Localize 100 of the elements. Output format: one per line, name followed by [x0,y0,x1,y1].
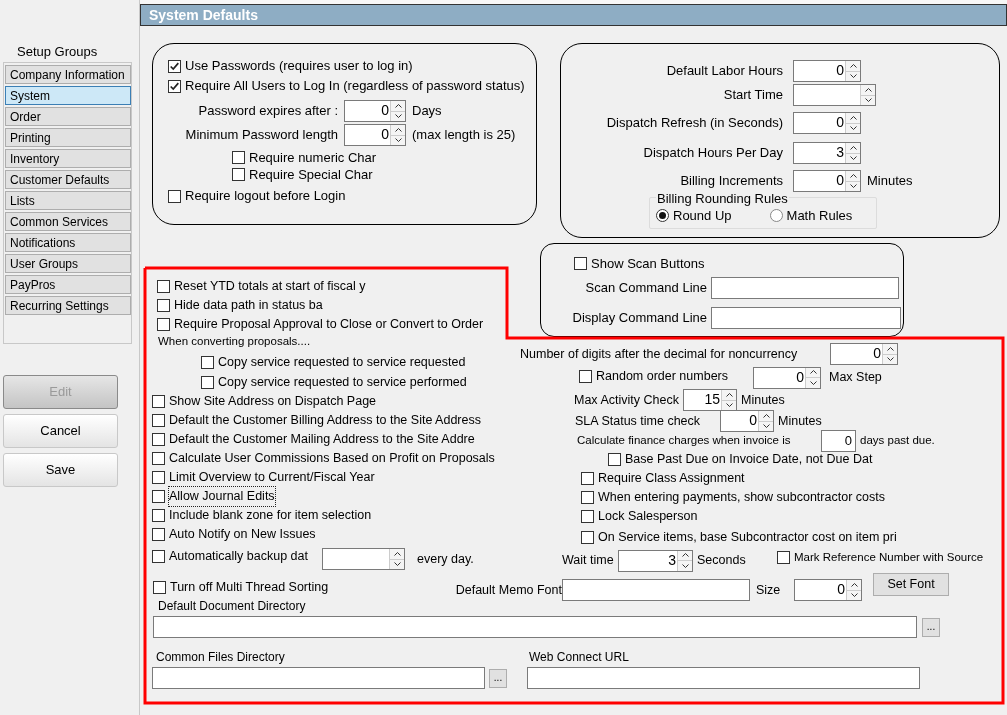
checkbox-option[interactable]: Require Special Char [232,166,374,183]
field-label: Web Connect URL [529,649,630,666]
spin-up-button[interactable] [722,390,736,401]
spin-up-button[interactable] [806,367,820,378]
checkbox-option[interactable]: On Service items, base Subcontractor cost on item pri [581,526,898,548]
spin-down-button[interactable] [678,561,692,571]
spin-down-button[interactable] [861,95,875,105]
spin-up-button[interactable] [759,411,773,422]
group-item[interactable]: Company Information [5,64,131,84]
spin-box[interactable]: 15 [683,389,737,411]
action-button[interactable]: Save [3,452,118,487]
spin-down-button[interactable] [847,590,861,600]
text-field[interactable] [711,277,899,299]
group-item[interactable]: Inventory [5,148,131,168]
text-field[interactable] [153,616,917,638]
checkbox-option[interactable]: Limit Overview to Current/Fiscal Year [152,468,376,487]
spin-box[interactable]: 0 [753,366,821,389]
browse-button[interactable]: ... [922,617,940,637]
spin-box[interactable] [322,548,405,570]
spin-up-button[interactable] [847,580,861,591]
checkbox-option[interactable]: Require Class Assignment [581,469,746,488]
checkbox-option[interactable]: Hide data path in status ba [157,296,324,315]
spin-up-button[interactable] [846,143,860,154]
spin-box[interactable]: 0 [830,343,898,365]
spin-up-button[interactable] [390,549,404,560]
spin-down-button[interactable] [806,378,820,388]
chevron-down-icon [850,593,858,598]
checkbox-option[interactable]: Reset YTD totals at start of fiscal y [157,277,367,296]
spin-box[interactable]: 0 [794,579,862,601]
checkbox-option[interactable]: When entering payments, show subcontractor costs [581,488,886,507]
spin-up-button[interactable] [678,550,692,561]
browse-button[interactable]: ... [489,668,507,688]
checkbox-option[interactable]: Require All Users to Log In (regardless of password status) [168,76,526,96]
text-field[interactable] [711,307,901,329]
checkbox-option[interactable]: Include blank zone for item selection [152,506,373,525]
checkbox-option[interactable]: Show Site Address on Dispatch Page [152,392,378,411]
spin-up-button[interactable] [861,85,875,96]
spin-down-button[interactable] [846,181,860,191]
field-label: Days [412,102,442,121]
number-field[interactable]: 0 [821,429,856,452]
spin-up-button[interactable] [883,344,897,355]
group-item[interactable]: Lists [5,190,131,210]
spin-down-button[interactable] [846,71,860,81]
checkbox-option[interactable]: Copy service requested to service requested [201,352,467,372]
text-field[interactable] [527,667,920,689]
checkbox-option[interactable]: Auto Notify on New Issues [152,525,317,544]
group-item[interactable]: Customer Defaults [5,169,131,189]
group-item[interactable]: User Groups [5,253,131,273]
text-field[interactable] [562,579,750,601]
checkbox-option[interactable]: Default the Customer Mailing Address to the Site Addre [152,430,476,449]
field-label: Max Step [829,369,882,387]
group-item[interactable]: System [5,85,131,105]
checkbox-option[interactable]: Show Scan Buttons [574,254,706,273]
checkbox-option[interactable]: Use Passwords (requires user to log in) [168,56,414,76]
spin-box[interactable]: 0 [793,112,861,134]
checkbox-option[interactable]: Default the Customer Billing Address to the Site Address [152,411,482,430]
checkbox-option[interactable]: Require logout before Login [168,186,347,206]
spin-up-button[interactable] [846,113,860,124]
spin-down-button[interactable] [846,153,860,163]
spin-box[interactable] [793,84,876,106]
spin-box[interactable]: 0 [344,100,406,122]
action-button[interactable]: Cancel [3,413,118,448]
spin-box[interactable]: 0 [793,60,861,82]
checkbox-option[interactable]: Automatically backup dat [152,546,322,567]
group-item[interactable]: Printing [5,127,131,147]
checkbox-option[interactable]: Lock Salesperson [581,507,699,526]
spin-box[interactable]: 0 [793,170,861,192]
spin-up-button[interactable] [846,171,860,182]
note-text: When converting proposals.... [158,334,312,348]
checkbox-option[interactable]: Random order numbers [579,366,753,387]
checkbox-option[interactable]: Copy service requested to service performed [201,372,468,392]
chevron-up-icon [864,87,872,92]
checkbox-option[interactable]: Require numeric Char [232,149,378,166]
spin-box[interactable]: 3 [618,549,693,572]
chevron-down-icon [394,114,402,119]
spin-down-button[interactable] [390,559,404,569]
checkbox-option[interactable]: Calculate User Commissions Based on Profit on Proposals [152,449,496,468]
set-font-button[interactable]: Set Font [873,573,949,596]
checkbox-option[interactable]: Base Past Due on Invoice Date, not Due Dat [608,450,874,469]
spin-up-button[interactable] [391,101,405,112]
group-item[interactable]: Common Services [5,211,131,231]
spin-box[interactable]: 0 [720,410,774,432]
spin-box[interactable]: 3 [793,142,861,164]
spin-box[interactable]: 0 [344,124,406,146]
group-item[interactable]: Order [5,106,131,126]
spin-down-button[interactable] [846,123,860,133]
spin-up-button[interactable] [391,125,405,136]
spin-down-button[interactable] [883,354,897,364]
spin-down-button[interactable] [722,400,736,410]
group-item[interactable]: PayPros [5,274,131,294]
spin-down-button[interactable] [391,111,405,121]
spin-down-button[interactable] [759,421,773,431]
spin-down-button[interactable] [391,135,405,145]
checkbox-option[interactable]: Mark Reference Number with Source [777,548,985,568]
spin-up-button[interactable] [846,61,860,72]
checkbox-option[interactable]: Turn off Multi Thread Sorting [153,578,452,597]
group-item[interactable]: Recurring Settings [5,295,131,315]
group-item[interactable]: Notifications [5,232,131,252]
checkbox-option[interactable]: Require Proposal Approval to Close or Convert to Order [157,315,485,334]
text-field[interactable] [152,667,485,689]
